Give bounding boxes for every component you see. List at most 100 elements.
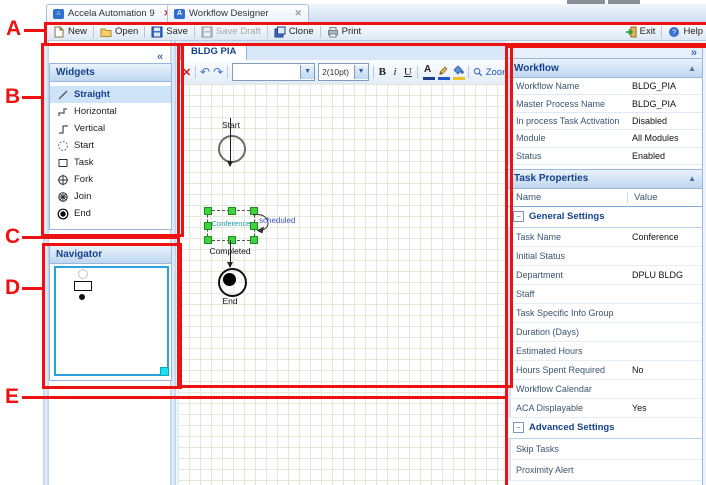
connector-line[interactable] [230,118,231,166]
toolbar-separator [320,26,321,38]
save-button[interactable]: Save [146,24,193,39]
browser-tab-label: Workflow Designer [189,8,287,19]
property-row[interactable]: ACA Displayable Yes [508,399,702,418]
collapse-group-icon[interactable]: − [513,211,524,222]
workflow-section-header[interactable]: Workflow ▲ [508,58,702,78]
collapse-sidebar-icon[interactable]: « [157,52,163,62]
widget-label: Task [74,157,94,168]
selection-handle[interactable] [228,207,236,215]
row-name: Task Specific Info Group [516,308,632,318]
delete-icon[interactable]: ✕ [182,66,191,79]
row-value: Yes [632,403,702,413]
widget-item-join[interactable]: Join [50,188,171,205]
widget-item-start[interactable]: Start [50,137,171,154]
property-row[interactable]: Department DPLU BLDG [508,266,702,285]
open-button[interactable]: Open [95,24,143,39]
fill-color-button[interactable] [452,64,464,80]
browser-tabstrip: ⌂ Accela Automation 9 ✕ A Workflow Desig… [46,4,706,23]
browser-tab-accela-automation[interactable]: ⌂ Accela Automation 9 ✕ [46,4,178,22]
column-value-label: Value [628,192,702,203]
widget-item-horizontal[interactable]: Horizontal [50,103,171,120]
selection-handle[interactable] [204,207,212,215]
redo-icon[interactable]: ↷ [213,66,223,78]
collapse-group-icon[interactable]: − [513,422,524,433]
underline-button[interactable]: U [403,66,413,78]
property-row[interactable]: Workflow Calendar [508,380,702,399]
task-node-label: Conference [208,219,254,228]
paint-bucket-icon [452,64,464,75]
selection-handle[interactable] [204,236,212,244]
font-color-button[interactable]: A [422,64,434,80]
widget-label: End [74,208,91,219]
close-tab-icon[interactable]: ✕ [294,8,302,19]
row-name: Module [516,133,632,143]
canvas-tab-bldg-pia[interactable]: BLDG PIA [180,43,247,60]
navigator-minimap[interactable] [54,266,169,376]
horizontal-connector-icon [57,106,69,118]
join-icon [57,191,69,203]
row-value: BLDG_PIA [632,99,702,109]
task-node-conference[interactable]: Conference [207,210,255,241]
section-title: Advanced Settings [529,422,615,433]
open-label: Open [115,26,138,37]
sub-process-header[interactable]: − Sub Process [508,481,702,485]
property-row[interactable]: Initial Status [508,247,702,266]
browser-tab-workflow-designer[interactable]: A Workflow Designer ✕ [167,4,309,22]
widget-item-vertical[interactable]: Vertical [50,120,171,137]
start-node[interactable] [218,135,246,163]
widget-item-end[interactable]: End [50,205,171,222]
line-color-button[interactable] [437,64,449,80]
bold-button[interactable]: B [377,66,387,78]
end-node[interactable] [218,268,247,297]
property-row[interactable]: Estimated Hours [508,342,702,361]
clone-icon [274,26,286,38]
row-value: Disabled [632,116,702,126]
format-toolbar: ✕ ↶ ↷ ▼ 2(10pt) ▼ B i U A [178,60,510,85]
help-button[interactable]: ? Help [663,24,706,39]
collapse-section-icon[interactable]: ▲ [688,174,696,183]
toolbar-separator [227,66,228,78]
font-size-select[interactable]: 2(10pt) ▼ [318,63,369,81]
exit-button[interactable]: Exit [620,24,661,39]
widget-item-fork[interactable]: Fork [50,171,171,188]
minimap-resize-handle[interactable] [160,367,169,376]
property-row[interactable]: Proximity Alert [508,460,702,481]
general-settings-header[interactable]: − General Settings [508,207,702,228]
minimap-end-node [79,294,85,300]
selection-handle[interactable] [204,222,212,230]
save-draft-label: Save Draft [216,26,261,37]
widget-item-straight[interactable]: Straight [50,86,171,103]
collapse-section-icon[interactable]: ▲ [688,64,696,73]
row-name: Staff [516,289,632,299]
annotation-line-a [24,29,44,32]
annotation-letter-e: E [5,385,19,409]
selection-handle[interactable] [250,236,258,244]
property-row[interactable]: Task Specific Info Group [508,304,702,323]
italic-button[interactable]: i [390,66,400,78]
row-name: Hours Spent Required [516,365,632,375]
save-draft-button[interactable]: Save Draft [196,24,266,39]
property-row[interactable]: Skip Tasks [508,439,702,460]
start-node-label: Start [211,120,251,130]
fill-color-swatch [453,77,465,80]
task-properties-section-header[interactable]: Task Properties ▲ [508,169,702,189]
widgets-panel: Widgets Straight Horizontal Vertical Sta… [49,63,172,230]
property-row[interactable]: Duration (Days) [508,323,702,342]
clone-button[interactable]: Clone [269,24,319,39]
canvas-grid[interactable]: Start Conference scheduled [178,84,506,485]
print-button[interactable]: Print [322,24,367,39]
widget-label: Fork [74,174,93,185]
new-button[interactable]: New [48,24,92,39]
advanced-settings-header[interactable]: − Advanced Settings [508,418,702,439]
fork-icon [57,174,69,186]
annotation-line-d [22,287,42,290]
row-name: Skip Tasks [516,444,632,454]
property-row[interactable]: Hours Spent Required No [508,361,702,380]
property-row[interactable]: Staff [508,285,702,304]
collapse-panel-icon[interactable]: » [691,48,697,58]
widget-item-task[interactable]: Task [50,154,171,171]
undo-icon[interactable]: ↶ [200,66,210,78]
property-row[interactable]: Task Name Conference [508,228,702,247]
toolbar-separator [144,26,145,38]
font-family-select[interactable]: ▼ [232,63,315,81]
